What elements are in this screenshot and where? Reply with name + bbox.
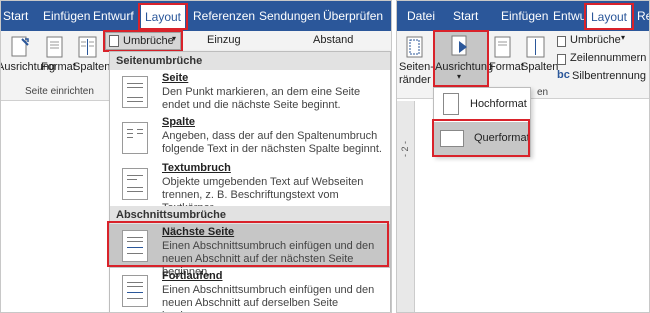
menu-item-title: Spalte bbox=[162, 116, 196, 128]
menu-item-desc: Angeben, dass der auf den Spaltenumbruch… bbox=[162, 130, 382, 155]
tab-entwurf[interactable]: Entwurf bbox=[93, 1, 134, 31]
tab-layout[interactable]: Layout bbox=[587, 5, 631, 29]
menu-item-title: Textumbruch bbox=[162, 162, 231, 174]
group-label-seite-einrichten: Seite einrichten bbox=[25, 86, 94, 97]
orientation-menu: Hochformat Querformat bbox=[433, 87, 531, 157]
breaks-icon bbox=[109, 35, 119, 47]
right-screenshot: Datei Start Einfügen Entwurf Layout Re S… bbox=[396, 0, 650, 313]
chevron-down-icon: ▾ bbox=[457, 72, 462, 81]
chevron-down-icon: ▾ bbox=[172, 34, 177, 43]
zeilennummern-button[interactable]: Zeilennummern bbox=[557, 52, 649, 67]
hochformat-label: Hochformat bbox=[470, 98, 527, 110]
menu-item-title: Seite bbox=[162, 72, 189, 84]
umbrueche-label: Umbrüche bbox=[123, 35, 174, 47]
menu-item-title: Fortlaufend bbox=[162, 270, 223, 282]
page-size-icon[interactable] bbox=[493, 35, 513, 59]
tab-ueberpruefen[interactable]: Überprüfen bbox=[323, 1, 383, 31]
hyphenation-icon: bc bbox=[557, 69, 570, 81]
columns-icon[interactable] bbox=[77, 35, 99, 59]
menu-item-querformat[interactable]: Querformat bbox=[434, 122, 530, 156]
group-label-fragment: en bbox=[537, 87, 549, 98]
continuous-break-icon bbox=[122, 275, 148, 307]
zeilennummern-label: Zeilennummern bbox=[570, 52, 647, 64]
menu-item-desc: Den Punkt markieren, an dem eine Seite e… bbox=[162, 86, 361, 111]
tab-einfuegen[interactable]: Einfügen bbox=[501, 1, 548, 31]
breaks-menu: Seitenumbrüche Seite Den Punkt markieren… bbox=[109, 51, 391, 312]
breaks-icon bbox=[557, 36, 566, 47]
section-header-abschnittsumbrueche: Abschnittsumbrüche bbox=[110, 206, 390, 224]
umbrueche-button[interactable]: Umbrüche ▾ bbox=[105, 32, 181, 50]
tab-einfuegen[interactable]: Einfügen bbox=[43, 1, 90, 31]
tab-referenzen[interactable]: Referenzen bbox=[193, 1, 255, 31]
silbentrennung-button[interactable]: bc Silbentrennung bbox=[557, 69, 649, 85]
abstand-label: Abstand bbox=[313, 34, 354, 46]
line-numbers-icon bbox=[557, 54, 566, 65]
menu-item-seite[interactable]: Seite Den Punkt markieren, an dem eine S… bbox=[110, 70, 390, 114]
ausrichtung-button[interactable]: Ausrichtung ▾ bbox=[435, 31, 493, 85]
vertical-ruler: - 2 - bbox=[397, 101, 415, 312]
einzug-label: Einzug bbox=[207, 34, 241, 46]
landscape-icon bbox=[440, 130, 464, 147]
ruler-label: - 2 - bbox=[400, 141, 410, 158]
format-label[interactable]: Format bbox=[489, 61, 524, 73]
tab-layout[interactable]: Layout bbox=[141, 5, 185, 29]
page-size-icon[interactable] bbox=[45, 35, 65, 59]
orientation-icon bbox=[449, 34, 473, 60]
tab-referenzen-truncated[interactable]: Re bbox=[637, 1, 649, 31]
menu-item-hochformat[interactable]: Hochformat bbox=[434, 90, 530, 120]
menu-item-desc: Einen Abschnittsumbruch einfügen und den… bbox=[162, 284, 375, 312]
text-wrapping-break-icon bbox=[122, 168, 148, 200]
columns-icon[interactable] bbox=[525, 35, 547, 59]
spalten-label[interactable]: Spalten bbox=[521, 61, 558, 73]
ausrichtung-label: Ausrichtung bbox=[435, 61, 494, 73]
spalten-label[interactable]: Spalten bbox=[73, 61, 110, 73]
menu-item-fortlaufend[interactable]: Fortlaufend Einen Abschnittsumbruch einf… bbox=[110, 268, 390, 312]
umbrueche-button[interactable]: Umbrüche ▾ bbox=[557, 33, 649, 49]
left-screenshot: Start Einfügen Entwurf Layout Referenzen… bbox=[0, 0, 392, 313]
next-page-break-icon bbox=[122, 230, 148, 262]
portrait-icon bbox=[443, 93, 459, 115]
silbentrennung-label: Silbentrennung bbox=[572, 70, 647, 82]
querformat-label: Querformat bbox=[474, 132, 530, 144]
menu-item-spalte[interactable]: Spalte Angeben, dass der auf den Spalten… bbox=[110, 114, 390, 162]
menu-item-naechste-seite[interactable]: Nächste Seite Einen Abschnittsumbruch ei… bbox=[110, 224, 390, 278]
menu-item-textumbruch[interactable]: Textumbruch Objekte umgebenden Text auf … bbox=[110, 160, 390, 214]
ribbon-tab-bar: Datei Start Einfügen Entwurf Layout Re bbox=[397, 1, 649, 31]
umbrueche-label: Umbrüche bbox=[570, 34, 621, 46]
ribbon-tab-bar: Start Einfügen Entwurf Layout Referenzen… bbox=[1, 1, 391, 31]
column-break-icon bbox=[122, 122, 148, 154]
chevron-down-icon: ▾ bbox=[621, 33, 626, 42]
seitenraender-label-1[interactable]: Seiten- bbox=[399, 61, 434, 73]
format-label[interactable]: Format bbox=[41, 61, 76, 73]
margins-icon[interactable] bbox=[405, 35, 425, 59]
tab-start[interactable]: Start bbox=[453, 1, 478, 31]
orientation-icon[interactable] bbox=[9, 35, 31, 59]
tab-sendungen[interactable]: Sendungen bbox=[259, 1, 320, 31]
seitenraender-label-2[interactable]: ränder bbox=[399, 74, 431, 86]
page-break-icon bbox=[122, 76, 148, 108]
tab-start[interactable]: Start bbox=[3, 1, 28, 31]
menu-item-title: Nächste Seite bbox=[162, 226, 235, 238]
tab-datei[interactable]: Datei bbox=[407, 1, 435, 31]
section-header-seitenumbrueche: Seitenumbrüche bbox=[110, 52, 390, 70]
